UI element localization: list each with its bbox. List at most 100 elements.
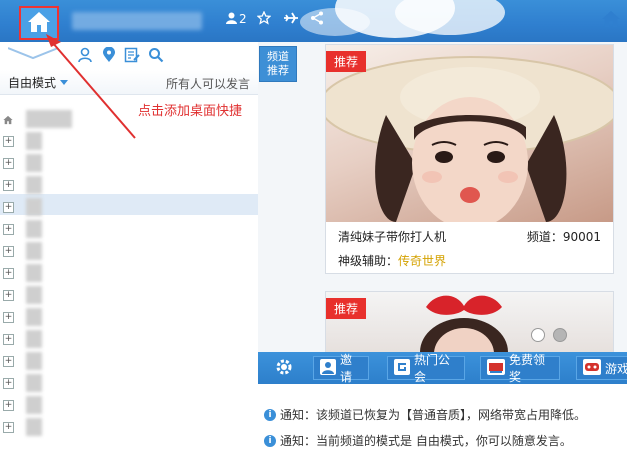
hot-guild-button[interactable]: 热门公会 <box>387 353 465 384</box>
card-subtitle: 神级辅助：传奇世界 <box>338 252 446 269</box>
free-gift-button[interactable]: 免费领奖 <box>480 353 560 384</box>
carousel-dot[interactable] <box>531 328 545 342</box>
home-icon <box>3 114 13 128</box>
hot-guild-label: 热门公会 <box>414 353 451 384</box>
member-count[interactable]: 2 <box>226 10 247 28</box>
expand-icon[interactable]: + <box>3 180 14 191</box>
home-icon <box>27 11 51 36</box>
tree-row[interactable]: + <box>0 284 258 306</box>
tree-row[interactable]: + <box>0 130 258 152</box>
share-button[interactable] <box>310 10 324 28</box>
expand-icon[interactable]: + <box>3 334 14 345</box>
expand-icon[interactable]: + <box>3 422 14 433</box>
info-icon: i <box>264 434 276 447</box>
expand-icon[interactable]: + <box>3 312 14 323</box>
expand-icon[interactable]: + <box>3 246 14 257</box>
notice-text: 通知：该频道已恢复为【普通音质】，网络带宽占用降低。 <box>280 408 587 422</box>
gift-icon <box>487 358 505 378</box>
home-shortcut-button[interactable] <box>19 6 59 40</box>
channel-title-blurred <box>72 12 202 30</box>
notice-message: i 通知：该频道已恢复为【普通音质】，网络带宽占用降低。 <box>264 406 586 423</box>
card-subtitle-label: 神级辅助： <box>338 254 399 268</box>
blurred-channel-name <box>26 418 42 436</box>
channel-tab-line1: 频道 <box>267 50 289 63</box>
channel-tab-line2: 推荐 <box>267 64 289 77</box>
gamepad-icon <box>583 358 601 378</box>
tree-row[interactable]: + <box>0 152 258 174</box>
blurred-channel-name <box>26 264 42 282</box>
guild-icon <box>394 358 410 378</box>
wave-decoration <box>8 47 58 60</box>
blurred-channel-name <box>26 286 42 304</box>
search-button[interactable] <box>147 47 165 65</box>
expand-icon[interactable]: + <box>3 202 14 213</box>
card-title: 清纯妹子带你打人机 <box>338 230 447 244</box>
left-toolbar <box>0 42 258 70</box>
gear-icon <box>274 357 294 380</box>
expand-icon[interactable]: + <box>3 356 14 367</box>
favorite-button[interactable] <box>256 9 272 28</box>
tree-row[interactable]: + <box>0 196 258 218</box>
blurred-channel-name <box>26 110 72 128</box>
channel-recommend-tab[interactable]: 频道 推荐 <box>259 46 297 82</box>
card-subtitle-value: 传奇世界 <box>398 254 447 268</box>
notice-text: 通知：当前频道的模式是 自由模式，你可以随意发言。 <box>280 434 572 448</box>
recommend-card[interactable]: 推荐 <box>325 291 614 355</box>
edit-note-button[interactable] <box>123 47 141 65</box>
blurred-channel-name <box>26 396 42 414</box>
user-pin-button[interactable] <box>76 47 94 65</box>
airplane-icon <box>283 11 299 28</box>
expand-icon[interactable]: + <box>3 290 14 301</box>
expand-icon[interactable]: + <box>3 136 14 147</box>
tree-row[interactable]: + <box>0 240 258 262</box>
blurred-channel-name <box>26 198 42 216</box>
blurred-channel-name <box>26 352 42 370</box>
expand-icon[interactable]: + <box>3 268 14 279</box>
blurred-channel-name <box>26 154 42 172</box>
tree-row[interactable]: + <box>0 174 258 196</box>
tree-row[interactable]: + <box>0 394 258 416</box>
blurred-channel-name <box>26 242 42 260</box>
blurred-channel-name <box>26 308 42 326</box>
tree-row[interactable]: + <box>0 262 258 284</box>
home-icon <box>601 10 621 31</box>
recommend-tag: 推荐 <box>326 298 367 319</box>
recommend-tag: 推荐 <box>326 51 367 72</box>
blurred-channel-name <box>26 220 42 238</box>
top-bar: 2 <box>0 0 627 42</box>
home-button-right[interactable] <box>601 10 623 32</box>
fly-button[interactable] <box>283 10 299 28</box>
games-button[interactable]: 游戏 <box>576 356 627 380</box>
recommend-card[interactable]: 推荐 清纯妹子带你打人机 频道：90001 神级辅助：传奇世界 <box>325 44 614 274</box>
tree-row[interactable]: + <box>0 350 258 372</box>
mode-selector-row: 自由模式 所有人可以发言 <box>0 70 258 95</box>
expand-icon[interactable]: + <box>3 400 14 411</box>
tree-row[interactable]: + <box>0 372 258 394</box>
share-icon <box>310 11 324 28</box>
settings-button[interactable] <box>262 356 306 380</box>
tree-row[interactable]: + <box>0 328 258 350</box>
carousel-dot-active[interactable] <box>553 328 567 342</box>
search-icon <box>148 47 164 66</box>
member-count-value: 2 <box>239 12 247 26</box>
expand-icon[interactable]: + <box>3 378 14 389</box>
star-icon <box>256 9 272 28</box>
user-icon <box>320 358 336 378</box>
mode-dropdown[interactable]: 自由模式 <box>8 74 56 91</box>
location-button[interactable] <box>100 46 118 65</box>
user-icon <box>226 12 237 27</box>
tree-row[interactable]: + <box>0 306 258 328</box>
speak-permission-label: 所有人可以发言 <box>165 77 250 91</box>
expand-icon[interactable]: + <box>3 158 14 169</box>
edit-note-icon <box>124 47 140 66</box>
tree-row[interactable]: + <box>0 218 258 240</box>
free-gift-label: 免费领奖 <box>509 353 546 384</box>
games-label: 游戏 <box>605 361 627 376</box>
invite-button[interactable]: 邀请 <box>313 353 369 384</box>
chevron-down-icon[interactable] <box>60 80 68 85</box>
tree-row[interactable]: + <box>0 416 258 438</box>
streamer-photo <box>326 292 613 354</box>
invite-label: 邀请 <box>340 353 353 384</box>
expand-icon[interactable]: + <box>3 224 14 235</box>
blurred-channel-name <box>26 176 42 194</box>
